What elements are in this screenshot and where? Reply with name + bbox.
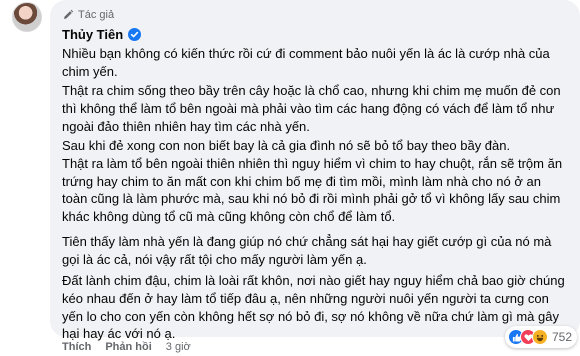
- avatar[interactable]: [12, 2, 42, 32]
- comment-paragraph: Tiên thấy làm nhà yến là đang giúp nó ch…: [62, 234, 552, 267]
- author-name[interactable]: Thủy Tiên: [62, 27, 123, 42]
- comment-paragraph: Sau khi đẻ xong con non biết bay là cả g…: [62, 138, 563, 225]
- comment-paragraph: Thật ra chim sống theo bầy trên cây hoặc…: [62, 83, 561, 134]
- reaction-summary[interactable]: 752: [505, 326, 578, 348]
- author-tag-label: Tác giả: [78, 9, 115, 21]
- author-badge: Tác giả: [62, 8, 114, 22]
- verified-badge-icon: [128, 28, 142, 41]
- reaction-count: 752: [552, 330, 573, 344]
- pen-icon: [64, 9, 74, 19]
- comment-paragraph: Đất lành chim đậu, chim là loài rất khôn…: [62, 273, 565, 342]
- comment-timestamp[interactable]: 3 giờ: [166, 341, 191, 353]
- reply-button[interactable]: Phản hồi: [105, 341, 151, 353]
- like-button[interactable]: Thích: [62, 341, 91, 353]
- haha-icon: [532, 329, 548, 345]
- author-row: Thủy Tiên: [62, 27, 142, 42]
- comment-paragraph: Nhiều bạn không có kiến thức rồi cứ đi c…: [62, 46, 550, 79]
- comment-actions: Thích Phản hồi 3 giờ: [62, 340, 191, 354]
